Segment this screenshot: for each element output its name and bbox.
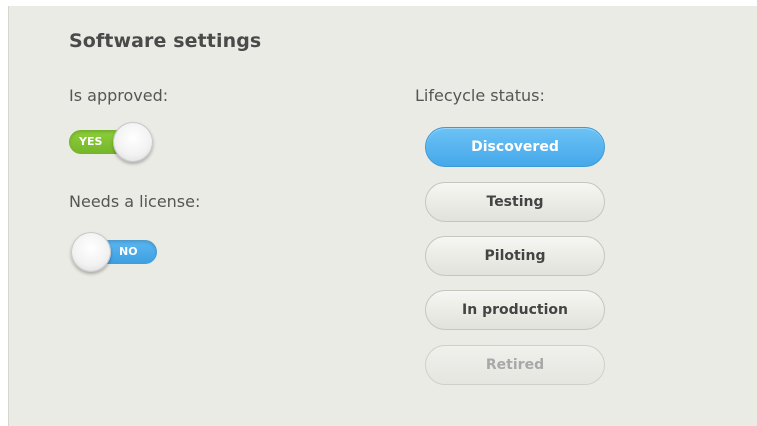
lifecycle-status-label: Lifecycle status: [415, 86, 545, 105]
is-approved-toggle[interactable]: YES [67, 122, 157, 162]
software-settings-panel: Software settings Is approved: YES Needs… [8, 6, 757, 426]
toggle-knob[interactable] [113, 122, 153, 162]
needs-license-toggle[interactable]: NO [67, 232, 157, 272]
lifecycle-option-discovered[interactable]: Discovered [425, 127, 605, 167]
lifecycle-option-testing[interactable]: Testing [425, 182, 605, 222]
needs-license-label: Needs a license: [69, 192, 201, 211]
toggle-no-text: NO [119, 245, 138, 258]
toggle-yes-text: YES [79, 135, 103, 148]
lifecycle-option-piloting[interactable]: Piloting [425, 236, 605, 276]
toggle-knob[interactable] [71, 232, 111, 272]
panel-title: Software settings [69, 30, 262, 52]
lifecycle-option-in-production[interactable]: In production [425, 290, 605, 330]
lifecycle-option-retired: Retired [425, 345, 605, 385]
is-approved-label: Is approved: [69, 86, 169, 105]
